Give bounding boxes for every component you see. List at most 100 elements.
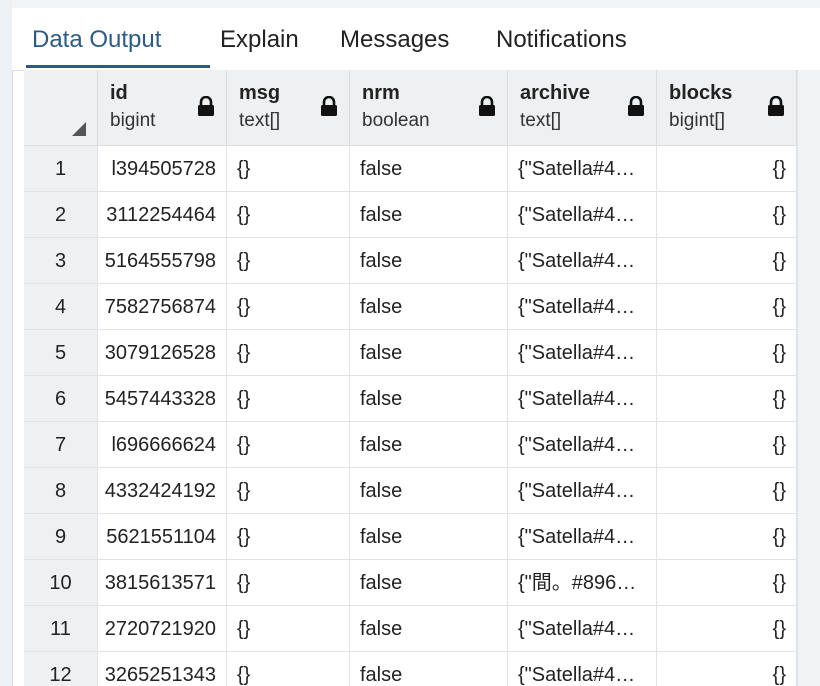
cell-blocks[interactable]: {} — [657, 560, 797, 606]
cell-nrm[interactable]: false — [350, 284, 508, 330]
grid-vertical-scrollbar-track[interactable] — [797, 70, 820, 686]
table-row[interactable]: 1 l394505728 {} false {"Satella#4… {} — [24, 146, 800, 192]
cell-blocks[interactable]: {} — [657, 514, 797, 560]
cell-blocks[interactable]: {} — [657, 376, 797, 422]
cell-archive[interactable]: {"Satella#4… — [508, 514, 657, 560]
table-row[interactable]: 2 3112254464 {} false {"Satella#4… {} — [24, 192, 800, 238]
cell-archive[interactable]: {"Satella#4… — [508, 606, 657, 652]
cell-archive[interactable]: {"間。#896… — [508, 560, 657, 606]
cell-nrm[interactable]: false — [350, 146, 508, 192]
cell-nrm[interactable]: false — [350, 468, 508, 514]
cell-archive[interactable]: {"Satella#4… — [508, 652, 657, 686]
cell-id[interactable]: 5457443328 — [98, 376, 227, 422]
tab-data-output[interactable]: Data Output — [32, 26, 161, 54]
tab-notifications[interactable]: Notifications — [496, 26, 627, 54]
table-row[interactable]: 12 3265251343 {} false {"Satella#4… {} — [24, 652, 800, 686]
cell-blocks[interactable]: {} — [657, 330, 797, 376]
column-name: id — [110, 82, 128, 104]
cell-id[interactable]: 3815613571 — [98, 560, 227, 606]
top-panel-edge — [12, 0, 820, 8]
table-row[interactable]: 6 5457443328 {} false {"Satella#4… {} — [24, 376, 800, 422]
cell-blocks[interactable]: {} — [657, 238, 797, 284]
cell-archive[interactable]: {"Satella#4… — [508, 468, 657, 514]
cell-msg[interactable]: {} — [227, 606, 350, 652]
cell-msg[interactable]: {} — [227, 468, 350, 514]
column-header-archive[interactable]: archive text[] — [508, 70, 657, 146]
cell-msg[interactable]: {} — [227, 422, 350, 468]
cell-msg[interactable]: {} — [227, 146, 350, 192]
cell-id[interactable]: 4332424192 — [98, 468, 227, 514]
table-row[interactable]: 11 2720721920 {} false {"Satella#4… {} — [24, 606, 800, 652]
cell-msg[interactable]: {} — [227, 284, 350, 330]
column-header-nrm[interactable]: nrm boolean — [350, 70, 508, 146]
cell-archive[interactable]: {"Satella#4… — [508, 238, 657, 284]
row-number[interactable]: 9 — [24, 514, 98, 560]
row-number[interactable]: 2 — [24, 192, 98, 238]
cell-id[interactable]: 7582756874 — [98, 284, 227, 330]
cell-id[interactable]: 3079126528 — [98, 330, 227, 376]
cell-nrm[interactable]: false — [350, 560, 508, 606]
cell-nrm[interactable]: false — [350, 422, 508, 468]
cell-nrm[interactable]: false — [350, 652, 508, 686]
cell-archive[interactable]: {"Satella#4… — [508, 192, 657, 238]
cell-archive[interactable]: {"Satella#4… — [508, 376, 657, 422]
cell-nrm[interactable]: false — [350, 514, 508, 560]
cell-nrm[interactable]: false — [350, 192, 508, 238]
cell-blocks[interactable]: {} — [657, 652, 797, 686]
cell-msg[interactable]: {} — [227, 238, 350, 284]
cell-nrm[interactable]: false — [350, 238, 508, 284]
tab-messages[interactable]: Messages — [340, 26, 449, 54]
cell-id-text: l394505728 — [111, 158, 216, 180]
table-row[interactable]: 7 l696666624 {} false {"Satella#4… {} — [24, 422, 800, 468]
cell-archive[interactable]: {"Satella#4… — [508, 330, 657, 376]
cell-id[interactable]: 5621551104 — [98, 514, 227, 560]
column-type: bigint — [110, 110, 156, 131]
column-header-id[interactable]: id bigint — [98, 70, 227, 146]
row-number[interactable]: 10 — [24, 560, 98, 606]
cell-msg[interactable]: {} — [227, 514, 350, 560]
row-number[interactable]: 3 — [24, 238, 98, 284]
table-row[interactable]: 5 3079126528 {} false {"Satella#4… {} — [24, 330, 800, 376]
cell-nrm[interactable]: false — [350, 606, 508, 652]
cell-nrm[interactable]: false — [350, 330, 508, 376]
cell-id[interactable]: 2720721920 — [98, 606, 227, 652]
active-tab-indicator — [26, 65, 210, 68]
table-row[interactable]: 9 5621551104 {} false {"Satella#4… {} — [24, 514, 800, 560]
cell-blocks[interactable]: {} — [657, 606, 797, 652]
table-row[interactable]: 3 5164555798 {} false {"Satella#4… {} — [24, 238, 800, 284]
cell-blocks[interactable]: {} — [657, 192, 797, 238]
row-number[interactable]: 7 — [24, 422, 98, 468]
cell-blocks[interactable]: {} — [657, 146, 797, 192]
cell-id[interactable]: l394505728 — [98, 146, 227, 192]
row-number[interactable]: 8 — [24, 468, 98, 514]
table-row[interactable]: 8 4332424192 {} false {"Satella#4… {} — [24, 468, 800, 514]
row-number[interactable]: 11 — [24, 606, 98, 652]
column-header-msg[interactable]: msg text[] — [227, 70, 350, 146]
column-header-blocks[interactable]: blocks bigint[] — [657, 70, 797, 146]
table-row[interactable]: 10 3815613571 {} false {"間。#896… {} — [24, 560, 800, 606]
cell-msg[interactable]: {} — [227, 376, 350, 422]
cell-blocks[interactable]: {} — [657, 422, 797, 468]
cell-id[interactable]: 3112254464 — [98, 192, 227, 238]
row-number[interactable]: 1 — [24, 146, 98, 192]
cell-id[interactable]: 5164555798 — [98, 238, 227, 284]
cell-archive[interactable]: {"Satella#4… — [508, 284, 657, 330]
row-number[interactable]: 12 — [24, 652, 98, 686]
cell-nrm[interactable]: false — [350, 376, 508, 422]
row-number[interactable]: 5 — [24, 330, 98, 376]
row-number[interactable]: 4 — [24, 284, 98, 330]
cell-blocks[interactable]: {} — [657, 284, 797, 330]
cell-blocks[interactable]: {} — [657, 468, 797, 514]
table-row[interactable]: 4 7582756874 {} false {"Satella#4… {} — [24, 284, 800, 330]
row-number[interactable]: 6 — [24, 376, 98, 422]
cell-msg[interactable]: {} — [227, 652, 350, 686]
select-all-corner[interactable] — [24, 70, 98, 146]
cell-msg[interactable]: {} — [227, 192, 350, 238]
cell-id[interactable]: l696666624 — [98, 422, 227, 468]
cell-archive[interactable]: {"Satella#4… — [508, 422, 657, 468]
tab-explain[interactable]: Explain — [220, 26, 299, 54]
cell-msg[interactable]: {} — [227, 330, 350, 376]
cell-archive[interactable]: {"Satella#4… — [508, 146, 657, 192]
cell-id[interactable]: 3265251343 — [98, 652, 227, 686]
cell-msg[interactable]: {} — [227, 560, 350, 606]
